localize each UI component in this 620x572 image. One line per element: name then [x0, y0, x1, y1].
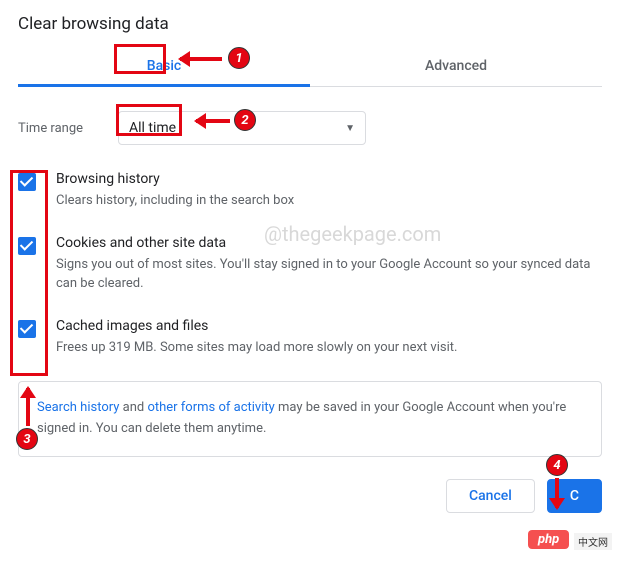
search-history-link[interactable]: Search history: [37, 400, 119, 415]
time-range-row: Time range All time ▼: [18, 111, 602, 145]
cached-text: Cached images and files Frees up 319 MB.…: [56, 318, 602, 358]
cached-title: Cached images and files: [56, 318, 602, 334]
cached-checkbox[interactable]: [18, 320, 36, 338]
cached-item: Cached images and files Frees up 319 MB.…: [18, 318, 602, 358]
php-badge: php: [528, 530, 569, 549]
cookies-title: Cookies and other site data: [56, 235, 602, 251]
tab-advanced[interactable]: Advanced: [310, 46, 602, 86]
time-range-label: Time range: [18, 121, 118, 136]
browsing-history-title: Browsing history: [56, 171, 602, 187]
cookies-text: Cookies and other site data Signs you ou…: [56, 235, 602, 294]
info-box: Search history and other forms of activi…: [18, 381, 602, 457]
tab-underline: [18, 84, 310, 87]
time-range-value: All time: [129, 120, 176, 136]
clear-data-button[interactable]: C: [547, 479, 602, 513]
cookies-checkbox[interactable]: [18, 237, 36, 255]
annotation-badge-4: 4: [546, 454, 568, 476]
small-tag: 中文网: [574, 533, 612, 550]
browsing-history-checkbox[interactable]: [18, 173, 36, 191]
cancel-button[interactable]: Cancel: [446, 479, 535, 513]
browsing-history-desc: Clears history, including in the search …: [56, 191, 602, 211]
tabs-row: Basic Advanced: [18, 46, 602, 87]
dialog-title: Clear browsing data: [18, 14, 602, 34]
chevron-down-icon: ▼: [345, 123, 355, 134]
browsing-history-text: Browsing history Clears history, includi…: [56, 171, 602, 211]
info-and: and: [119, 400, 147, 415]
cookies-item: Cookies and other site data Signs you ou…: [18, 235, 602, 294]
button-row: Cancel C: [18, 479, 602, 513]
cookies-desc: Signs you out of most sites. You'll stay…: [56, 255, 602, 294]
time-range-select[interactable]: All time ▼: [118, 111, 366, 145]
activity-link[interactable]: other forms of activity: [147, 400, 274, 415]
browsing-history-item: Browsing history Clears history, includi…: [18, 171, 602, 211]
cached-desc: Frees up 319 MB. Some sites may load mor…: [56, 338, 602, 358]
tab-basic[interactable]: Basic: [18, 46, 310, 86]
